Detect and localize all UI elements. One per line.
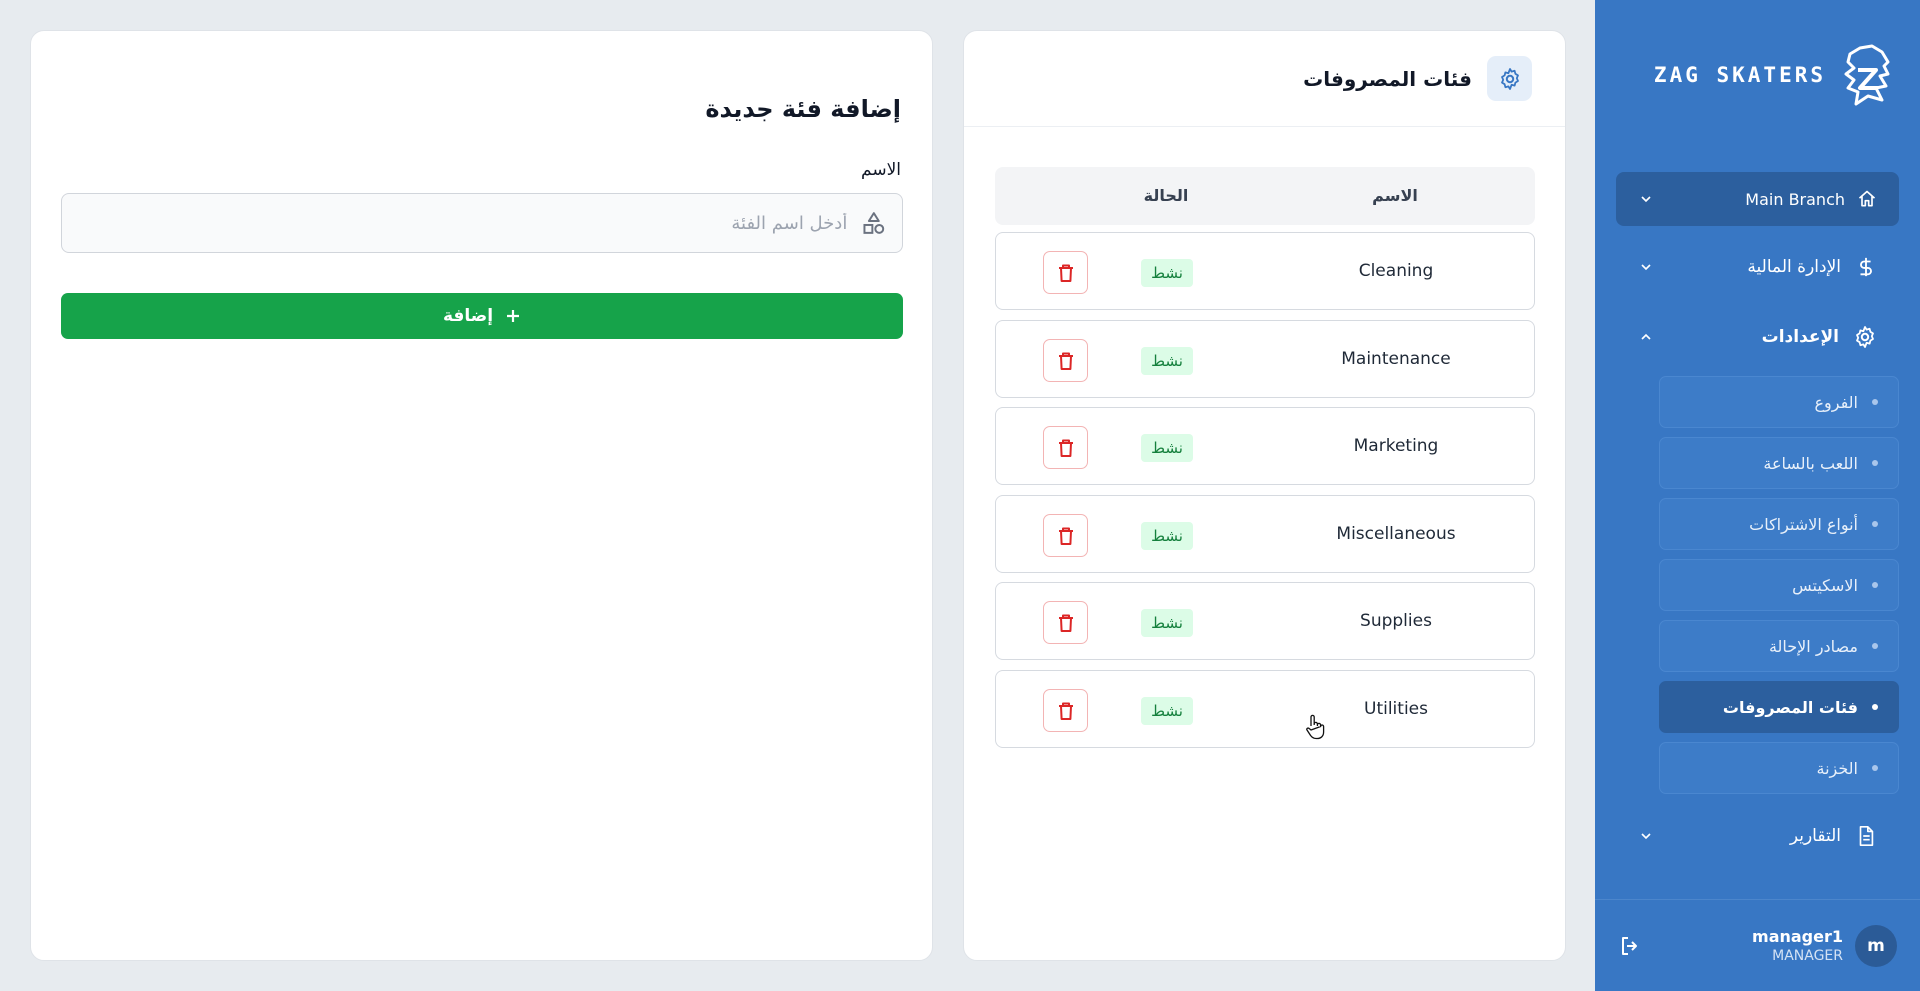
nav-item-reports[interactable]: التقارير (1616, 812, 1899, 860)
dollar-icon (1860, 257, 1872, 277)
gear-icon (1500, 67, 1519, 90)
user-name: manager1 (1752, 927, 1843, 946)
bullet-icon (1872, 582, 1878, 588)
table-row: Maintenance نشط (995, 320, 1535, 398)
expense-categories-panel: فئات المصروفات الاسم الحالة Cleaning نشط… (963, 30, 1566, 961)
bullet-icon (1872, 460, 1878, 466)
trash-icon (1058, 527, 1073, 545)
table-row: Supplies نشط (995, 582, 1535, 660)
branch-selector[interactable]: Main Branch (1616, 172, 1899, 226)
nav-item-settings[interactable]: الإعدادات (1616, 313, 1899, 361)
delete-button[interactable] (1043, 251, 1088, 294)
sidebar: ZAG SKATERS Main Branch الإدارة المالية … (1595, 0, 1920, 991)
table-header: الاسم الحالة (995, 167, 1535, 225)
table-row: Marketing نشط (995, 407, 1535, 485)
chevron-up-icon (1641, 333, 1651, 340)
name-field-label: الاسم (861, 160, 901, 180)
sidebar-item-hourly-play[interactable]: اللعب بالساعة (1659, 437, 1899, 489)
name-field (61, 193, 903, 253)
category-name: Miscellaneous (1336, 524, 1456, 544)
delete-button[interactable] (1043, 689, 1088, 732)
category-name: Maintenance (1341, 349, 1451, 369)
brand-name: ZAG SKATERS (1653, 63, 1826, 87)
header-icon-box (1487, 56, 1532, 101)
status-badge: نشط (1141, 259, 1193, 287)
trash-icon (1058, 264, 1073, 282)
sidebar-item-label: الفروع (1814, 392, 1858, 412)
category-name: Supplies (1360, 611, 1432, 631)
brand-logo[interactable]: ZAG SKATERS (1654, 44, 1890, 106)
category-name: Marketing (1353, 436, 1439, 456)
add-category-button[interactable]: إضافة (61, 293, 903, 339)
add-category-panel: إضافة فئة جديدة الاسم إضافة (30, 30, 933, 961)
sidebar-item-label: الخزنة (1816, 758, 1858, 778)
trash-icon (1058, 614, 1073, 632)
sidebar-item-skates[interactable]: الاسكيتس (1659, 559, 1899, 611)
trash-icon (1058, 702, 1073, 720)
column-header-name: الاسم (1372, 186, 1418, 205)
add-button-label: إضافة (442, 306, 494, 326)
chevron-down-icon (1641, 196, 1651, 203)
sidebar-item-label: الاسكيتس (1792, 575, 1858, 595)
nav-item-finance[interactable]: الإدارة المالية (1616, 243, 1899, 291)
chevron-down-icon (1641, 833, 1651, 840)
table-row: Cleaning نشط (995, 232, 1535, 310)
bullet-icon (1872, 704, 1878, 710)
sidebar-item-label: فئات المصروفات (1722, 697, 1858, 717)
status-badge: نشط (1141, 347, 1193, 375)
form-title: إضافة فئة جديدة (705, 95, 901, 123)
document-icon (1859, 826, 1874, 846)
panel-title: فئات المصروفات (1303, 66, 1472, 91)
nav-item-label: الإعدادات (1761, 327, 1839, 347)
avatar[interactable]: m (1855, 924, 1897, 967)
trash-icon (1058, 439, 1073, 457)
sidebar-item-treasury[interactable]: الخزنة (1659, 742, 1899, 794)
sidebar-item-referral-sources[interactable]: مصادر الإحالة (1659, 620, 1899, 672)
shapes-icon (863, 212, 885, 234)
nav-item-label: التقارير (1789, 826, 1841, 846)
category-name: Utilities (1364, 699, 1428, 719)
status-badge: نشط (1141, 522, 1193, 550)
table-row: Miscellaneous نشط (995, 495, 1535, 573)
sidebar-item-label: أنواع الاشتراكات (1749, 514, 1858, 534)
status-badge: نشط (1141, 697, 1193, 725)
lion-logo-icon (1844, 44, 1890, 106)
delete-button[interactable] (1043, 426, 1088, 469)
category-name: Cleaning (1358, 261, 1434, 281)
sidebar-item-subscription-types[interactable]: أنواع الاشتراكات (1659, 498, 1899, 550)
gear-icon (1856, 326, 1874, 348)
branch-label: Main Branch (1745, 189, 1845, 209)
column-header-status: الحالة (1143, 186, 1189, 205)
status-badge: نشط (1141, 609, 1193, 637)
bullet-icon (1872, 399, 1878, 405)
category-name-input[interactable] (77, 212, 848, 234)
bullet-icon (1872, 643, 1878, 649)
plus-icon (507, 310, 520, 322)
chevron-down-icon (1641, 264, 1651, 271)
user-role: MANAGER (1772, 948, 1843, 964)
delete-button[interactable] (1043, 514, 1088, 557)
user-info: manager1 MANAGER (1752, 927, 1843, 964)
delete-button[interactable] (1043, 339, 1088, 382)
nav-item-label: الإدارة المالية (1747, 257, 1841, 277)
sidebar-item-label: مصادر الإحالة (1768, 636, 1858, 656)
home-icon (1858, 190, 1876, 207)
sidebar-item-branches[interactable]: الفروع (1659, 376, 1899, 428)
panel-header: فئات المصروفات (964, 31, 1565, 127)
bullet-icon (1872, 521, 1878, 527)
delete-button[interactable] (1043, 601, 1088, 644)
table-row: Utilities نشط (995, 670, 1535, 748)
sidebar-item-expense-categories[interactable]: فئات المصروفات (1659, 681, 1899, 733)
bullet-icon (1872, 765, 1878, 771)
hand-cursor-icon (1306, 714, 1325, 740)
user-footer: m manager1 MANAGER (1595, 899, 1920, 991)
status-badge: نشط (1141, 434, 1193, 462)
sidebar-item-label: اللعب بالساعة (1763, 453, 1858, 473)
trash-icon (1058, 352, 1073, 370)
logout-icon[interactable] (1618, 934, 1642, 958)
